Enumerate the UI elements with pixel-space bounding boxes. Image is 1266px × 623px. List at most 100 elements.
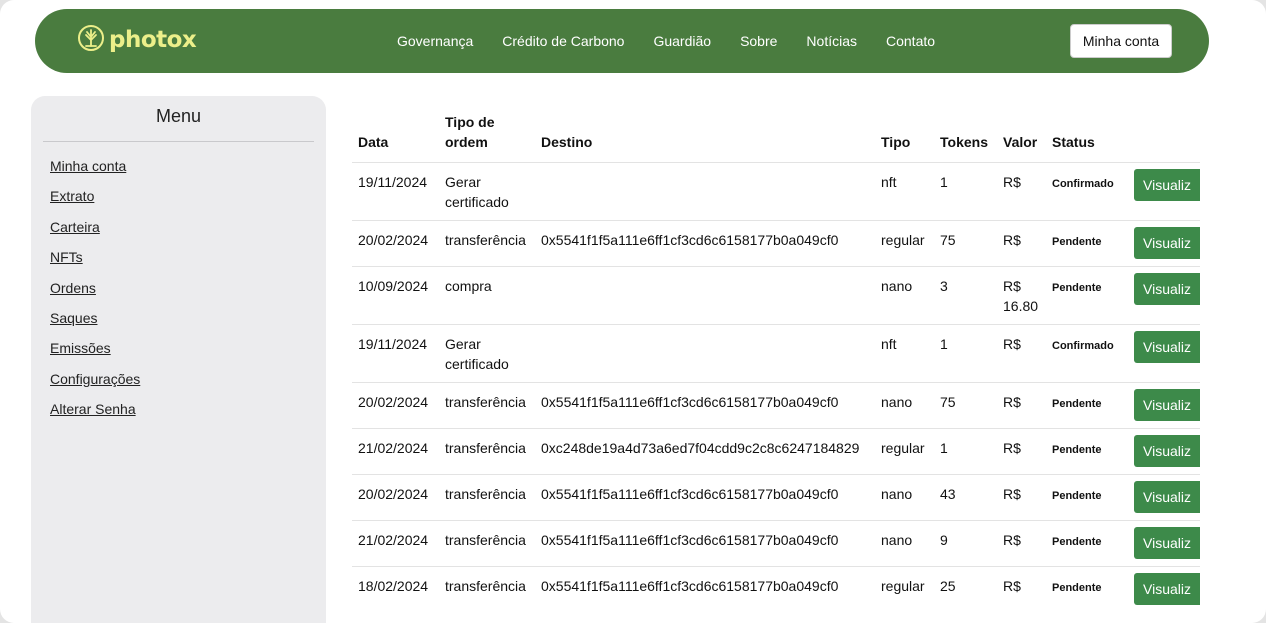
cell-date: 20/02/2024	[352, 474, 439, 521]
cell-value: R$	[997, 428, 1046, 475]
table-row: 20/02/2024 transferência 0x5541f1f5a111e…	[352, 220, 1200, 267]
view-order-button[interactable]: Visualiz	[1134, 435, 1200, 467]
sidebar-item-configuracoes[interactable]: Configurações	[50, 371, 140, 387]
cell-date: 10/09/2024	[352, 266, 439, 325]
logo[interactable]: photox	[77, 23, 197, 57]
status-badge: Pendente	[1046, 220, 1134, 267]
table-row: 10/09/2024 compra nano 3 R$ 16.80 Penden…	[352, 266, 1200, 325]
nav-noticias[interactable]: Notícias	[806, 33, 857, 49]
cell-date: 19/11/2024	[352, 324, 439, 383]
orders-table: Data Tipo de ordem Destino Tipo Tokens Va…	[352, 112, 1200, 613]
view-order-button[interactable]: Visualiz	[1134, 389, 1200, 421]
cell-value: R$	[997, 382, 1046, 429]
nav-credito-de-carbono[interactable]: Crédito de Carbono	[502, 33, 624, 49]
column-header-destination: Destino	[541, 134, 593, 150]
view-order-button[interactable]: Visualiz	[1134, 527, 1200, 559]
cell-kind: nano	[875, 382, 934, 429]
view-order-button[interactable]: Visualiz	[1134, 227, 1200, 259]
cell-value: R$	[997, 162, 1046, 221]
view-order-button[interactable]: Visualiz	[1134, 331, 1200, 363]
cell-value: R$ 16.80	[997, 266, 1046, 325]
cell-value: R$	[997, 324, 1046, 383]
status-badge: Pendente	[1046, 566, 1134, 613]
cell-value: R$	[997, 520, 1046, 567]
cell-destination: 0x5541f1f5a111e6ff1cf3cd6c6158177b0a049c…	[535, 382, 875, 429]
table-row: 21/02/2024 transferência 0xc248de19a4d73…	[352, 428, 1200, 475]
status-badge: Pendente	[1046, 428, 1134, 475]
view-order-button[interactable]: Visualiz	[1134, 169, 1200, 201]
sidebar-item-alterar-senha[interactable]: Alterar Senha	[50, 401, 136, 417]
cell-value: R$	[997, 474, 1046, 521]
nav-guardiao[interactable]: Guardião	[653, 33, 711, 49]
view-order-button[interactable]: Visualiz	[1134, 481, 1200, 513]
view-order-button[interactable]: Visualiz	[1134, 273, 1200, 305]
sidebar-item-nfts[interactable]: NFTs	[50, 249, 83, 265]
cell-destination	[535, 266, 875, 325]
cell-kind: nano	[875, 474, 934, 521]
cell-order-type: transferência	[439, 220, 535, 267]
cell-kind: regular	[875, 566, 934, 613]
status-badge: Pendente	[1046, 520, 1134, 567]
table-row: 19/11/2024 Gerar certificado nft 1 R$ Co…	[352, 324, 1200, 383]
cell-kind: regular	[875, 220, 934, 267]
tree-logo-icon	[77, 24, 105, 57]
sidebar-item-ordens[interactable]: Ordens	[50, 280, 96, 296]
cell-order-type: transferência	[439, 428, 535, 475]
cell-date: 19/11/2024	[352, 162, 439, 221]
cell-order-type: Gerar certificado	[439, 162, 535, 221]
table-header-row: Data Tipo de ordem Destino Tipo Tokens Va…	[352, 112, 1200, 163]
cell-destination: 0x5541f1f5a111e6ff1cf3cd6c6158177b0a049c…	[535, 474, 875, 521]
cell-kind: nft	[875, 324, 934, 383]
table-row: 18/02/2024 transferência 0x5541f1f5a111e…	[352, 566, 1200, 613]
cell-order-type: Gerar certificado	[439, 324, 535, 383]
nav-sobre[interactable]: Sobre	[740, 33, 777, 49]
status-badge: Confirmado	[1046, 324, 1134, 383]
sidebar-item-minha-conta[interactable]: Minha conta	[50, 158, 126, 174]
nav-contato[interactable]: Contato	[886, 33, 935, 49]
view-order-button[interactable]: Visualiz	[1134, 573, 1200, 605]
cell-tokens: 1	[934, 162, 997, 221]
cell-order-type: transferência	[439, 474, 535, 521]
column-header-status: Status	[1052, 134, 1095, 150]
cell-kind: nano	[875, 520, 934, 567]
nav-governanca[interactable]: Governança	[397, 33, 473, 49]
sidebar-item-extrato[interactable]: Extrato	[50, 188, 94, 204]
column-header-order-type: Tipo de ordem	[439, 112, 535, 163]
cell-order-type: transferência	[439, 520, 535, 567]
cell-order-type: transferência	[439, 382, 535, 429]
table-row: 19/11/2024 Gerar certificado nft 1 R$ Co…	[352, 162, 1200, 221]
cell-destination	[535, 162, 875, 221]
cell-kind: regular	[875, 428, 934, 475]
cell-tokens: 1	[934, 428, 997, 475]
column-header-value: Valor	[1003, 134, 1038, 150]
column-header-tokens: Tokens	[940, 134, 988, 150]
cell-destination: 0xc248de19a4d73a6ed7f04cdd9c2c8c62471848…	[535, 428, 875, 475]
cell-order-type: compra	[439, 266, 535, 325]
column-header-order-type-line1: Tipo de	[445, 114, 495, 130]
main-nav: Governança Crédito de Carbono Guardião S…	[397, 9, 964, 73]
status-badge: Pendente	[1046, 266, 1134, 325]
sidebar-menu: Minha conta Extrato Carteira NFTs Ordens…	[50, 158, 140, 432]
column-header-date: Data	[358, 134, 389, 150]
cell-tokens: 75	[934, 220, 997, 267]
cell-date: 21/02/2024	[352, 520, 439, 567]
table-row: 21/02/2024 transferência 0x5541f1f5a111e…	[352, 520, 1200, 567]
sidebar-item-saques[interactable]: Saques	[50, 310, 97, 326]
cell-date: 21/02/2024	[352, 428, 439, 475]
cell-tokens: 3	[934, 266, 997, 325]
cell-destination: 0x5541f1f5a111e6ff1cf3cd6c6158177b0a049c…	[535, 520, 875, 567]
sidebar-item-emissoes[interactable]: Emissões	[50, 340, 111, 356]
column-header-action	[1134, 112, 1200, 163]
sidebar-item-carteira[interactable]: Carteira	[50, 219, 100, 235]
cell-date: 20/02/2024	[352, 220, 439, 267]
cell-destination: 0x5541f1f5a111e6ff1cf3cd6c6158177b0a049c…	[535, 566, 875, 613]
cell-tokens: 9	[934, 520, 997, 567]
logo-text: photox	[109, 27, 197, 53]
status-badge: Pendente	[1046, 382, 1134, 429]
top-navbar: photox Governança Crédito de Carbono Gua…	[35, 9, 1209, 73]
cell-order-type: transferência	[439, 566, 535, 613]
column-header-kind: Tipo	[881, 134, 911, 150]
my-account-button[interactable]: Minha conta	[1070, 24, 1172, 58]
sidebar: Menu Minha conta Extrato Carteira NFTs O…	[31, 96, 326, 623]
cell-tokens: 43	[934, 474, 997, 521]
